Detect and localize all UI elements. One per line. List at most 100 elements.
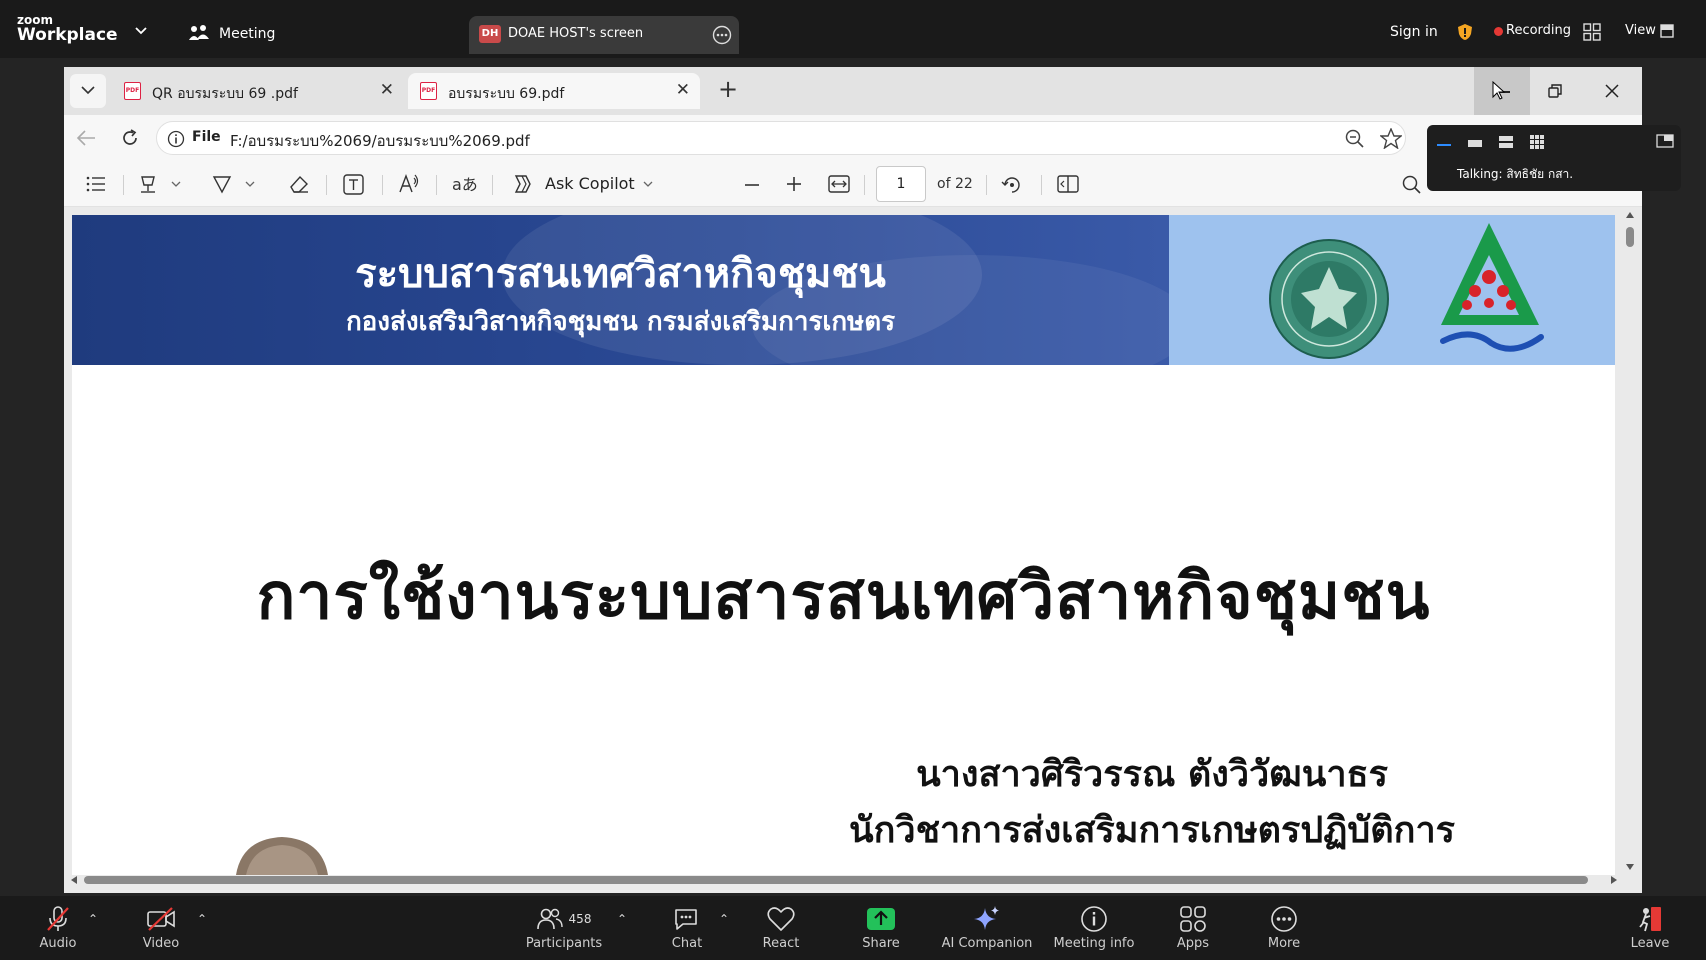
pdf-toolbar: aあ Ask Copilot 1 of 22 bbox=[64, 161, 1642, 207]
address-field[interactable]: File F:/อบรมระบบ%2069/อบรมระบบ%2069.pdf bbox=[156, 121, 1406, 155]
zoom-out-icon[interactable] bbox=[744, 183, 760, 187]
security-shield-icon[interactable] bbox=[1457, 23, 1473, 41]
recording-label[interactable]: Recording bbox=[1506, 23, 1571, 38]
copilot-icon[interactable] bbox=[511, 173, 535, 195]
view-layout-icon[interactable] bbox=[1660, 24, 1674, 38]
page-number-input[interactable]: 1 bbox=[876, 166, 926, 202]
toolbar-separator bbox=[864, 175, 865, 195]
video-button[interactable]: Video bbox=[111, 904, 211, 951]
chat-label: Chat bbox=[671, 936, 703, 951]
scroll-down-arrow-icon[interactable] bbox=[1625, 863, 1635, 871]
search-icon[interactable] bbox=[1402, 175, 1422, 195]
file-scheme-label: File bbox=[192, 129, 221, 145]
scroll-up-arrow-icon[interactable] bbox=[1625, 211, 1635, 219]
zoom-out-page-icon[interactable] bbox=[1345, 129, 1365, 149]
chevron-down-icon[interactable] bbox=[643, 181, 653, 188]
chevron-down-icon[interactable] bbox=[245, 181, 255, 188]
react-label: React bbox=[762, 936, 800, 951]
share-button[interactable]: Share bbox=[831, 904, 931, 951]
chevron-down-icon[interactable] bbox=[135, 27, 147, 35]
standard-view-icon[interactable] bbox=[1498, 135, 1514, 149]
microphone-muted-icon bbox=[47, 906, 69, 931]
browser-tab-qr[interactable]: QR อบรมระบบ 69 .pdf ✕ bbox=[112, 73, 404, 109]
meeting-info-button[interactable]: Meeting info bbox=[1044, 904, 1144, 951]
favorite-star-icon[interactable] bbox=[1380, 128, 1402, 149]
vertical-scroll-thumb[interactable] bbox=[1626, 227, 1634, 247]
gallery-view-icon[interactable] bbox=[1529, 134, 1545, 150]
heart-icon bbox=[767, 907, 795, 931]
toolbar-separator bbox=[1041, 175, 1042, 195]
ask-copilot-button[interactable]: Ask Copilot bbox=[545, 174, 635, 193]
contents-list-icon[interactable] bbox=[86, 176, 106, 192]
speaker-view-panel[interactable]: Talking: สิทธิชัย กสา. bbox=[1427, 125, 1681, 191]
browser-address-bar: File F:/อบรมระบบ%2069/อบรมระบบ%2069.pdf bbox=[64, 115, 1642, 161]
screen-share-tab[interactable]: DH DOAE HOST's screen bbox=[469, 16, 739, 54]
toolbar-separator bbox=[123, 175, 124, 195]
eraser-icon[interactable] bbox=[288, 174, 310, 194]
toolbar-separator bbox=[492, 175, 493, 195]
participants-count: 458 bbox=[568, 912, 592, 926]
share-label: Share bbox=[862, 936, 900, 951]
host-avatar-badge: DH bbox=[479, 25, 501, 43]
audio-label: Audio bbox=[39, 936, 77, 951]
chevron-down-icon[interactable] bbox=[171, 181, 181, 188]
minimize-view-icon[interactable] bbox=[1437, 144, 1451, 146]
logo-large-text: Workplace bbox=[17, 25, 118, 45]
react-button[interactable]: React bbox=[731, 904, 831, 951]
minimize-button[interactable] bbox=[1474, 67, 1530, 115]
browser-tab-active[interactable]: อบรมระบบ 69.pdf ✕ bbox=[408, 73, 700, 109]
close-tab-icon[interactable]: ✕ bbox=[676, 80, 690, 100]
ai-companion-button[interactable]: AI Companion bbox=[937, 904, 1037, 951]
speaker-view-icon[interactable] bbox=[1467, 137, 1483, 149]
zoom-workplace-logo[interactable]: zoom Workplace bbox=[17, 14, 118, 44]
highlight-icon[interactable] bbox=[138, 174, 158, 194]
recording-dot-icon bbox=[1494, 27, 1503, 36]
talking-indicator: Talking: สิทธิชัย กสา. bbox=[1457, 167, 1574, 181]
gallery-grid-icon[interactable] bbox=[1583, 23, 1601, 41]
meeting-info-label: Meeting info bbox=[1053, 936, 1135, 951]
url-text: F:/อบรมระบบ%2069/อบรมระบบ%2069.pdf bbox=[230, 132, 530, 150]
scroll-left-arrow-icon[interactable] bbox=[70, 875, 78, 885]
exit-minimized-icon[interactable] bbox=[1656, 134, 1674, 148]
meeting-tab-label[interactable]: Meeting bbox=[219, 26, 275, 42]
vertical-scrollbar[interactable] bbox=[1624, 211, 1636, 887]
apps-label: Apps bbox=[1176, 936, 1210, 951]
scroll-right-arrow-icon[interactable] bbox=[1610, 875, 1618, 885]
close-window-icon[interactable] bbox=[1605, 84, 1619, 98]
mouse-cursor-icon bbox=[1492, 81, 1506, 100]
refresh-icon[interactable] bbox=[120, 128, 140, 148]
sign-in-link[interactable]: Sign in bbox=[1390, 24, 1438, 40]
read-aloud-icon[interactable] bbox=[398, 174, 420, 194]
horizontal-scrollbar[interactable] bbox=[70, 873, 1618, 887]
add-text-icon[interactable] bbox=[343, 174, 364, 195]
zoom-in-icon[interactable] bbox=[786, 176, 802, 192]
new-tab-icon[interactable]: + bbox=[718, 75, 738, 103]
more-options-icon[interactable] bbox=[712, 25, 732, 45]
participants-button[interactable]: 458 Participants bbox=[514, 904, 614, 951]
page-view-icon[interactable] bbox=[1057, 175, 1079, 193]
view-menu[interactable]: View bbox=[1625, 23, 1656, 38]
restore-window-icon[interactable] bbox=[1548, 84, 1562, 98]
back-arrow-icon[interactable] bbox=[76, 129, 96, 147]
tab-actions-button[interactable] bbox=[70, 74, 106, 108]
more-button[interactable]: More bbox=[1234, 904, 1334, 951]
horizontal-scroll-thumb[interactable] bbox=[84, 876, 1588, 884]
more-ellipsis-icon bbox=[1271, 906, 1297, 932]
apps-button[interactable]: Apps bbox=[1143, 904, 1243, 951]
translate-icon[interactable]: aあ bbox=[452, 171, 478, 195]
banner-title: ระบบสารสนเทศวิสาหกิจชุมชน bbox=[355, 251, 886, 297]
pdf-viewer-canvas[interactable]: ระบบสารสนเทศวิสาหกิจชุมชน กองส่งเสริมวิส… bbox=[64, 207, 1642, 893]
info-icon[interactable] bbox=[167, 130, 185, 148]
zoom-controls-bar: Audio ⌃ Video ⌃ 458 Participants ⌃ Chat … bbox=[0, 896, 1706, 960]
video-options-caret-icon[interactable]: ⌃ bbox=[197, 912, 207, 926]
draw-pen-icon[interactable] bbox=[212, 174, 232, 194]
document-banner: ระบบสารสนเทศวิสาหกิจชุมชน กองส่งเสริมวิส… bbox=[72, 215, 1615, 365]
chat-options-caret-icon[interactable]: ⌃ bbox=[719, 912, 729, 926]
participants-options-caret-icon[interactable]: ⌃ bbox=[617, 912, 627, 926]
audio-options-caret-icon[interactable]: ⌃ bbox=[88, 912, 98, 926]
participants-icon bbox=[536, 908, 563, 930]
fit-width-icon[interactable] bbox=[828, 175, 850, 193]
leave-button[interactable]: Leave bbox=[1600, 904, 1700, 951]
close-tab-icon[interactable]: ✕ bbox=[380, 80, 394, 100]
rotate-icon[interactable] bbox=[1001, 174, 1023, 196]
